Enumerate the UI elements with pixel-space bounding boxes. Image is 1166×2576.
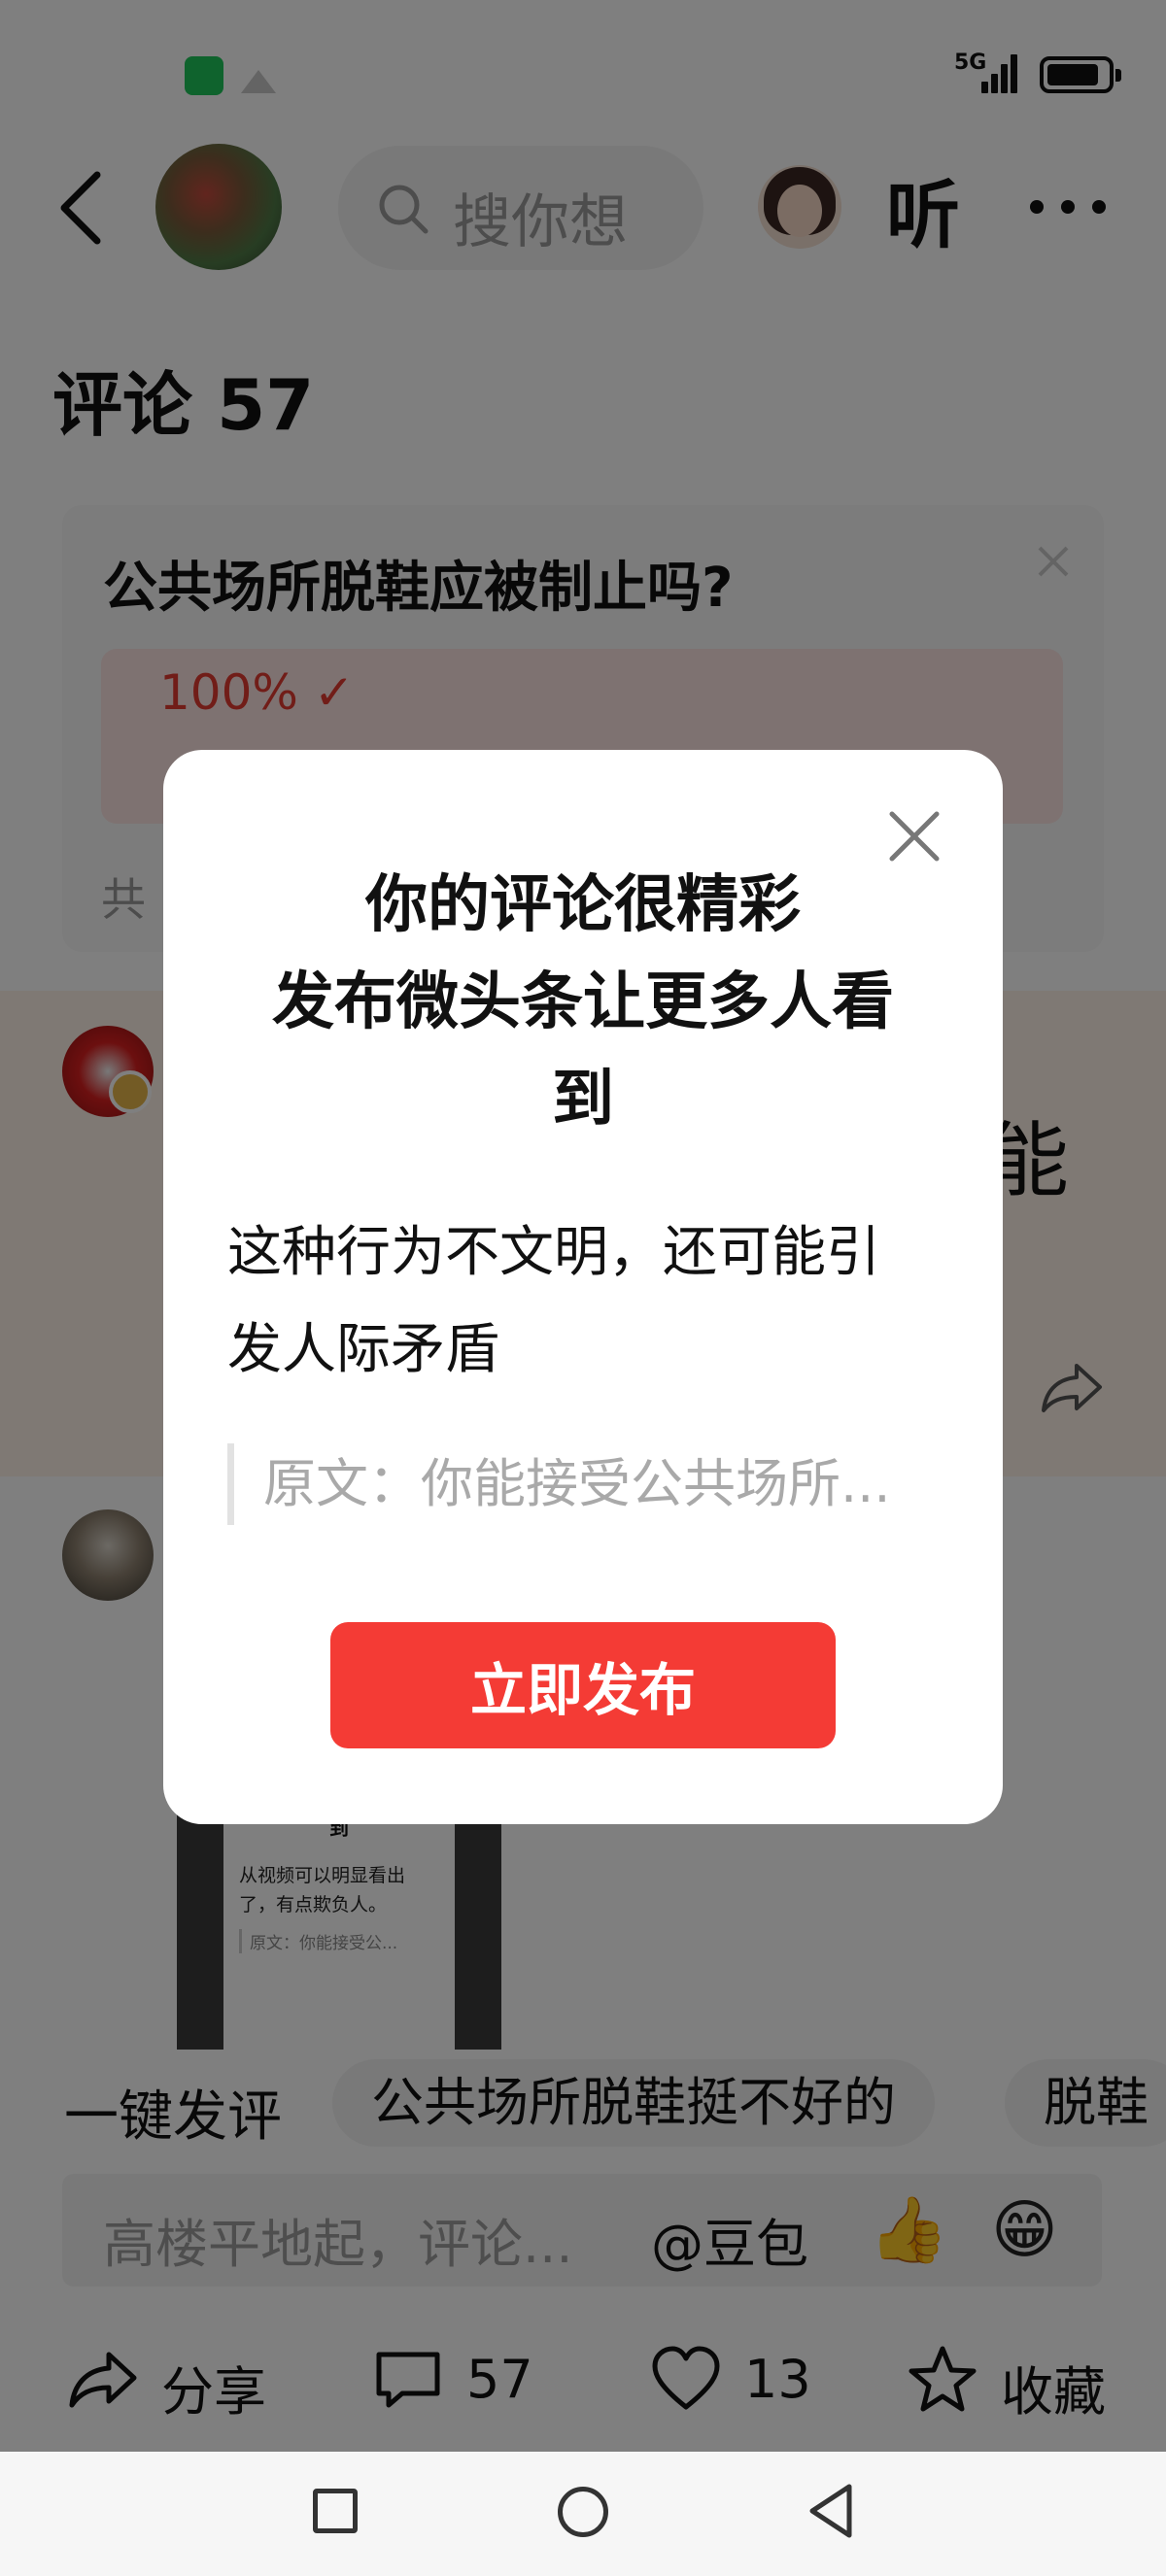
- back-triangle-icon[interactable]: [806, 2483, 855, 2539]
- system-nav-bar: [0, 2452, 1166, 2576]
- publish-button[interactable]: 立即发布: [330, 1622, 836, 1748]
- comment-preview-line: 这种行为不文明，还可能引: [227, 1221, 880, 1284]
- recent-apps-icon[interactable]: [313, 2489, 358, 2533]
- publish-dialog: 你的评论很精彩 发布微头条让更多人看 到 这种行为不文明，还可能引 发人际矛盾 …: [163, 750, 1003, 1824]
- comment-preview: 这种行为不文明，还可能引 发人际矛盾: [227, 1204, 939, 1399]
- dialog-title-line: 发布微头条让更多人看: [272, 966, 894, 1038]
- dialog-title: 你的评论很精彩 发布微头条让更多人看 到: [222, 857, 944, 1148]
- home-icon[interactable]: [558, 2487, 608, 2537]
- dialog-title-line: 到: [552, 1064, 614, 1135]
- comment-preview-line: 发人际矛盾: [227, 1318, 499, 1381]
- dialog-title-line: 你的评论很精彩: [365, 869, 801, 941]
- original-quote: 原文：你能接受公共场所...: [227, 1443, 927, 1525]
